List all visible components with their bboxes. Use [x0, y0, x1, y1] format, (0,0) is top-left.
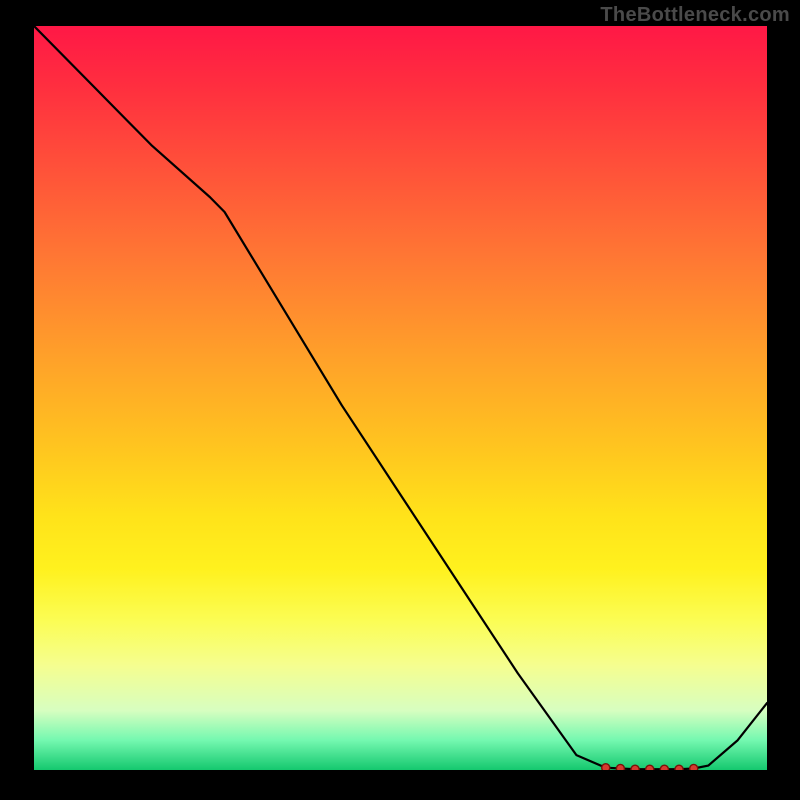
bottleneck-curve: [34, 26, 767, 769]
marker-point: [631, 765, 639, 770]
attribution-text: TheBottleneck.com: [600, 4, 790, 27]
marker-point: [616, 764, 624, 770]
marker-group: [602, 764, 698, 770]
marker-point: [675, 765, 683, 770]
marker-point: [660, 765, 668, 770]
chart-frame: TheBottleneck.com: [0, 0, 800, 800]
marker-point: [690, 764, 698, 770]
plot-svg: [34, 26, 767, 770]
marker-point: [602, 764, 610, 770]
marker-point: [646, 765, 654, 770]
plot-area: [34, 26, 767, 770]
